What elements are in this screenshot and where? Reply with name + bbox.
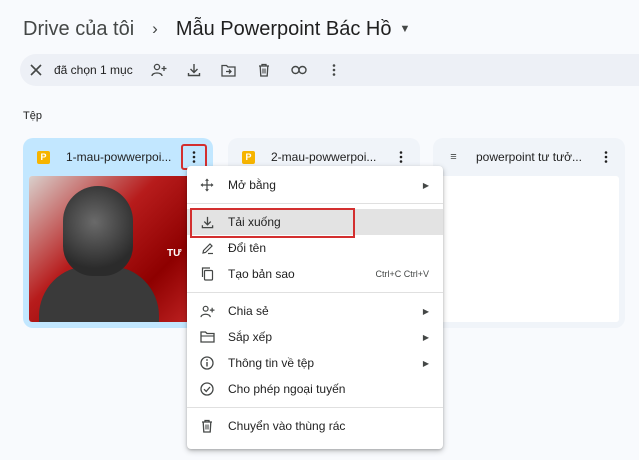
file-thumbnail (439, 176, 619, 322)
breadcrumb-current-folder[interactable]: Mẫu Powerpoint Bác Hồ ▼ (176, 18, 411, 41)
submenu-arrow-icon: ▶ (422, 180, 429, 190)
file-more-button[interactable] (595, 146, 617, 168)
selection-count: đã chọn 1 mục (54, 63, 133, 77)
menu-item-download[interactable]: Tải xuống (187, 208, 443, 238)
add-person-icon (151, 63, 167, 77)
menu-item-label: Thông tin về tệp (228, 356, 315, 370)
thumbnail-text: TƯ (167, 248, 182, 259)
menu-item-rename[interactable]: Đổi tên (187, 235, 443, 261)
slides-file-icon: P (37, 150, 50, 164)
menu-item-shortcut: Ctrl+C Ctrl+V (375, 269, 429, 279)
more-actions-button[interactable] (318, 54, 350, 86)
menu-item-file-info[interactable]: Thông tin về tệp ▶ (187, 350, 443, 376)
menu-divider (187, 407, 443, 408)
download-button[interactable] (178, 54, 210, 86)
menu-item-make-copy[interactable]: Tạo bản sao Ctrl+C Ctrl+V (187, 261, 443, 287)
trash-icon (202, 419, 212, 433)
breadcrumb-root[interactable]: Drive của tôi (23, 18, 134, 41)
menu-item-label: Tải xuống (228, 215, 281, 229)
more-vert-icon (604, 151, 608, 163)
dropdown-caret-icon: ▼ (399, 23, 411, 35)
share-icon (199, 305, 214, 317)
rename-icon (201, 242, 213, 254)
document-file-icon: ≡ (450, 151, 457, 163)
selection-toolbar: đã chọn 1 mục (20, 54, 639, 86)
close-icon (30, 64, 42, 76)
move-button[interactable] (213, 54, 245, 86)
menu-item-make-offline[interactable]: Cho phép ngoại tuyến (187, 376, 443, 402)
open-with-icon (200, 178, 214, 192)
file-more-button[interactable] (390, 146, 412, 168)
file-card-header: ≡ powerpoint tư tưở... (433, 138, 625, 176)
menu-item-label: Sắp xếp (228, 330, 273, 344)
file-card-header: P 1-mau-powwerpoi... (23, 138, 213, 176)
breadcrumb-current-label: Mẫu Powerpoint Bác Hồ (175, 17, 392, 40)
selection-actions (143, 54, 350, 86)
menu-divider (187, 203, 443, 204)
file-name: 1-mau-powwerpoi... (66, 150, 172, 164)
menu-item-open-with[interactable]: Mở bằng ▶ (187, 172, 443, 198)
thumbnail-figure-portrait (63, 186, 133, 276)
trash-icon (258, 63, 269, 77)
menu-item-label: Chuyển vào thùng rác (228, 419, 346, 433)
file-context-menu: Mở bằng ▶ Tải xuống Đổi tên Tạo bản sao … (187, 166, 443, 449)
download-icon (201, 216, 213, 228)
files-section-label: Tệp (23, 110, 42, 122)
link-icon (291, 65, 307, 75)
delete-button[interactable] (248, 54, 280, 86)
menu-item-label: Tạo bản sao (228, 267, 295, 281)
menu-item-move-to-trash[interactable]: Chuyển vào thùng rác (187, 413, 443, 439)
more-vert-icon (192, 151, 196, 163)
file-more-button[interactable] (181, 144, 207, 170)
submenu-arrow-icon: ▶ (422, 332, 429, 342)
file-name: 2-mau-powwerpoi... (271, 150, 377, 164)
copy-link-button[interactable] (283, 54, 315, 86)
menu-item-share[interactable]: Chia sẻ ▶ (187, 298, 443, 324)
more-vert-icon (399, 151, 403, 163)
info-icon (200, 356, 214, 370)
file-card[interactable]: ≡ powerpoint tư tưở... (433, 138, 625, 328)
breadcrumb-separator: › (152, 19, 158, 38)
move-to-folder-icon (221, 64, 236, 77)
menu-item-label: Chia sẻ (228, 304, 269, 318)
folder-organize-icon (199, 331, 215, 343)
share-button[interactable] (143, 54, 175, 86)
slides-file-icon: P (242, 150, 255, 164)
more-vert-icon (332, 64, 336, 76)
file-name: powerpoint tư tưở... (476, 150, 582, 164)
offline-icon (200, 382, 214, 396)
clear-selection-button[interactable] (20, 54, 52, 86)
copy-icon (201, 267, 213, 281)
menu-item-label: Cho phép ngoại tuyến (228, 382, 346, 396)
submenu-arrow-icon: ▶ (422, 358, 429, 368)
menu-item-label: Đổi tên (228, 241, 267, 255)
file-card[interactable]: P 1-mau-powwerpoi... TƯ (23, 138, 213, 328)
menu-item-label: Mở bằng (228, 178, 276, 192)
download-icon (187, 64, 200, 77)
breadcrumb: Drive của tôi › Mẫu Powerpoint Bác Hồ ▼ (23, 14, 410, 44)
submenu-arrow-icon: ▶ (422, 306, 429, 316)
file-thumbnail: TƯ (29, 176, 207, 322)
menu-divider (187, 292, 443, 293)
menu-item-organize[interactable]: Sắp xếp ▶ (187, 324, 443, 350)
